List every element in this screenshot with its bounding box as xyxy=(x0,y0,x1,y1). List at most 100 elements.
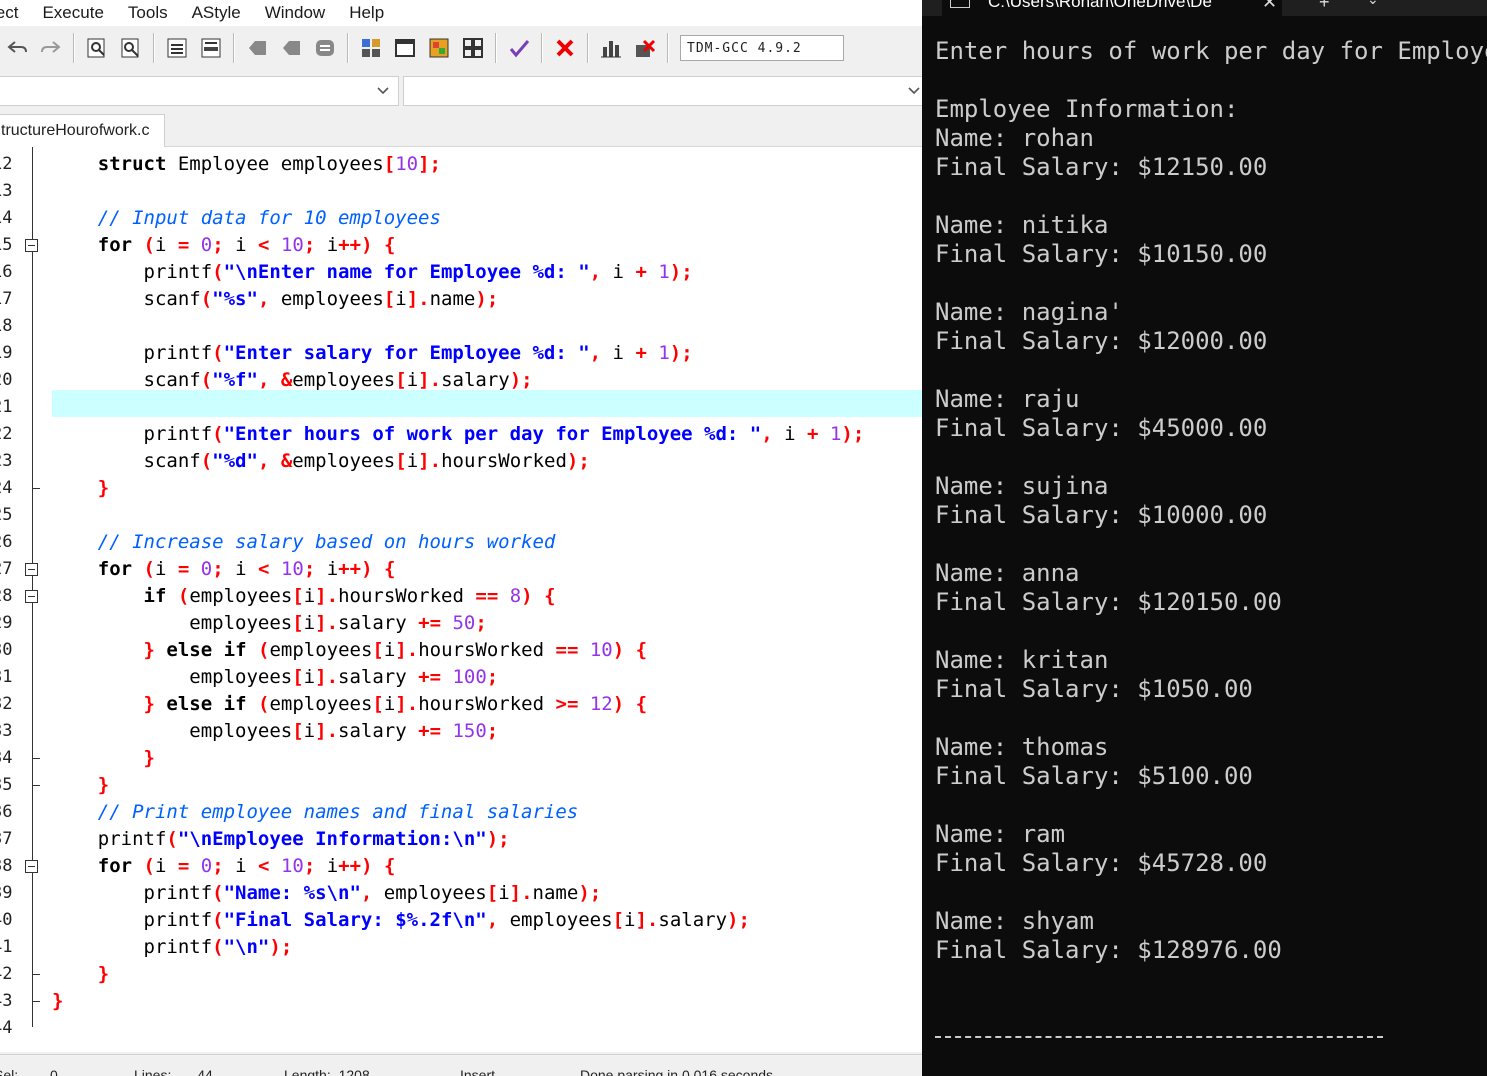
toolbar-separator xyxy=(347,33,349,63)
code-line: for (i = 0; i < 10; i++) { xyxy=(97,855,396,877)
code-line: } else if (employees[i].hoursWorked == 1… xyxy=(143,639,648,661)
menu-bar: jectExecuteToolsAStyleWindowHelp xyxy=(0,0,922,26)
console-line: Name: kritan xyxy=(935,646,1109,674)
status-bar: Sel: 0 Lines: 44 Length: 1208 Insert Don… xyxy=(0,1054,922,1076)
current-line-highlight xyxy=(52,390,922,417)
compile-run-icon[interactable] xyxy=(425,34,453,62)
run-icon[interactable] xyxy=(391,34,419,62)
bookmark-next-icon[interactable] xyxy=(277,34,305,62)
fold-toggle[interactable] xyxy=(25,590,38,603)
terminal-icon xyxy=(950,0,970,8)
undo-icon[interactable] xyxy=(3,34,31,62)
replace-icon[interactable] xyxy=(117,34,145,62)
console-line: Employee Information: xyxy=(935,95,1239,123)
line-number: 19 xyxy=(0,343,13,363)
line-number: 27 xyxy=(0,559,13,579)
menu-item[interactable]: AStyle xyxy=(180,3,253,23)
console-separator xyxy=(935,1036,1383,1038)
chart-icon[interactable] xyxy=(597,34,625,62)
line-number: 23 xyxy=(0,451,13,471)
code-line: struct Employee employees[10]; xyxy=(97,153,441,175)
find-icon[interactable] xyxy=(83,34,111,62)
syntax-check-icon[interactable] xyxy=(505,34,533,62)
redo-icon[interactable] xyxy=(37,34,65,62)
console-line: Final Salary: $10150.00 xyxy=(935,240,1268,268)
fold-end-marker xyxy=(32,974,40,975)
console-line: Final Salary: $10000.00 xyxy=(935,501,1268,529)
file-tab-bar: tructureHourofwork.c xyxy=(0,112,922,147)
chevron-down-icon[interactable]: ⌄ xyxy=(1367,0,1379,8)
status-sel: Sel: 0 xyxy=(0,1067,58,1076)
menu-item[interactable]: Help xyxy=(337,3,396,23)
console-line: Name: shyam xyxy=(935,907,1094,935)
console-line: Final Salary: $5100.00 xyxy=(935,762,1253,790)
line-number: 17 xyxy=(0,289,13,309)
chevron-down-icon xyxy=(377,87,389,95)
code-line: } else if (employees[i].hoursWorked >= 1… xyxy=(143,693,648,715)
terminal-tab-bar: C:\Users\Rohan\OneDrive\De ✕ + ⌄ xyxy=(922,0,1487,16)
line-number: 34 xyxy=(0,748,13,768)
menu-item[interactable]: ject xyxy=(0,3,30,23)
status-message: Done parsing in 0.016 seconds xyxy=(580,1067,774,1076)
line-number: 33 xyxy=(0,721,13,741)
line-number: 38 xyxy=(0,856,13,876)
console-line: Name: rohan xyxy=(935,124,1094,152)
console-line: Name: ram xyxy=(935,820,1066,848)
unindent-icon[interactable] xyxy=(197,34,225,62)
fold-toggle[interactable] xyxy=(25,239,38,252)
line-number: 13 xyxy=(0,181,13,201)
menu-item[interactable]: Window xyxy=(253,3,337,23)
fold-toggle[interactable] xyxy=(25,860,38,873)
line-number: 29 xyxy=(0,613,13,633)
toolbar-separator xyxy=(73,33,75,63)
code-line: employees[i].salary += 100; xyxy=(52,666,499,688)
compiler-select[interactable]: TDM-GCC 4.9.2 xyxy=(680,35,844,61)
status-lines: Lines: 44 xyxy=(134,1067,213,1076)
terminal-tab-title: C:\Users\Rohan\OneDrive\De xyxy=(988,0,1212,11)
code-editor[interactable]: 12 13 14 15 16 17 18 19 20 21 22 23 24 25 26 27 28 29 30 31… xyxy=(0,147,922,1052)
line-number: 15 xyxy=(0,235,13,255)
toggle-comment-icon[interactable] xyxy=(311,34,339,62)
line-number: 41 xyxy=(0,937,13,957)
toolbar-separator xyxy=(495,33,497,63)
console-output[interactable]: Enter hours of work per day for Employee… xyxy=(935,37,1487,965)
file-tab[interactable]: tructureHourofwork.c xyxy=(0,114,165,147)
indent-icon[interactable] xyxy=(163,34,191,62)
chevron-down-icon xyxy=(908,87,920,95)
console-line: Final Salary: $45728.00 xyxy=(935,849,1268,877)
bookmark-prev-icon[interactable] xyxy=(243,34,271,62)
line-number: 26 xyxy=(0,532,13,552)
class-browser-combo[interactable] xyxy=(0,76,399,106)
debug-icon[interactable] xyxy=(631,34,659,62)
line-number: 25 xyxy=(0,505,13,525)
editor-combos xyxy=(0,74,922,106)
status-mode: Insert xyxy=(460,1067,496,1076)
new-tab-icon[interactable]: + xyxy=(1319,0,1330,13)
ide-window: jectExecuteToolsAStyleWindowHelp TDM-GCC… xyxy=(0,0,922,1076)
close-tab-icon[interactable]: ✕ xyxy=(1262,0,1277,13)
console-line: Final Salary: $128976.00 xyxy=(935,936,1282,964)
menu-item[interactable]: Execute xyxy=(30,3,115,23)
stop-icon[interactable] xyxy=(551,34,579,62)
function-browser-combo[interactable] xyxy=(403,76,922,106)
rebuild-icon[interactable] xyxy=(459,34,487,62)
compile-icon[interactable] xyxy=(357,34,385,62)
code-line: } xyxy=(143,747,155,769)
line-number: 42 xyxy=(0,964,13,984)
code-line: } xyxy=(52,990,64,1012)
line-number: 32 xyxy=(0,694,13,714)
menu-item[interactable]: Tools xyxy=(116,3,180,23)
console-line: Enter hours of work per day for Employee xyxy=(935,37,1487,65)
console-line: Final Salary: $45000.00 xyxy=(935,414,1268,442)
console-line: Name: anna xyxy=(935,559,1080,587)
code-line: scanf("%s", employees[i].name); xyxy=(52,288,499,310)
fold-toggle[interactable] xyxy=(25,563,38,576)
code-line: printf("Final Salary: $%.2f\n", employee… xyxy=(52,909,750,931)
code-line: } xyxy=(97,963,110,985)
line-number: 20 xyxy=(0,370,13,390)
toolbar-separator xyxy=(233,33,235,63)
